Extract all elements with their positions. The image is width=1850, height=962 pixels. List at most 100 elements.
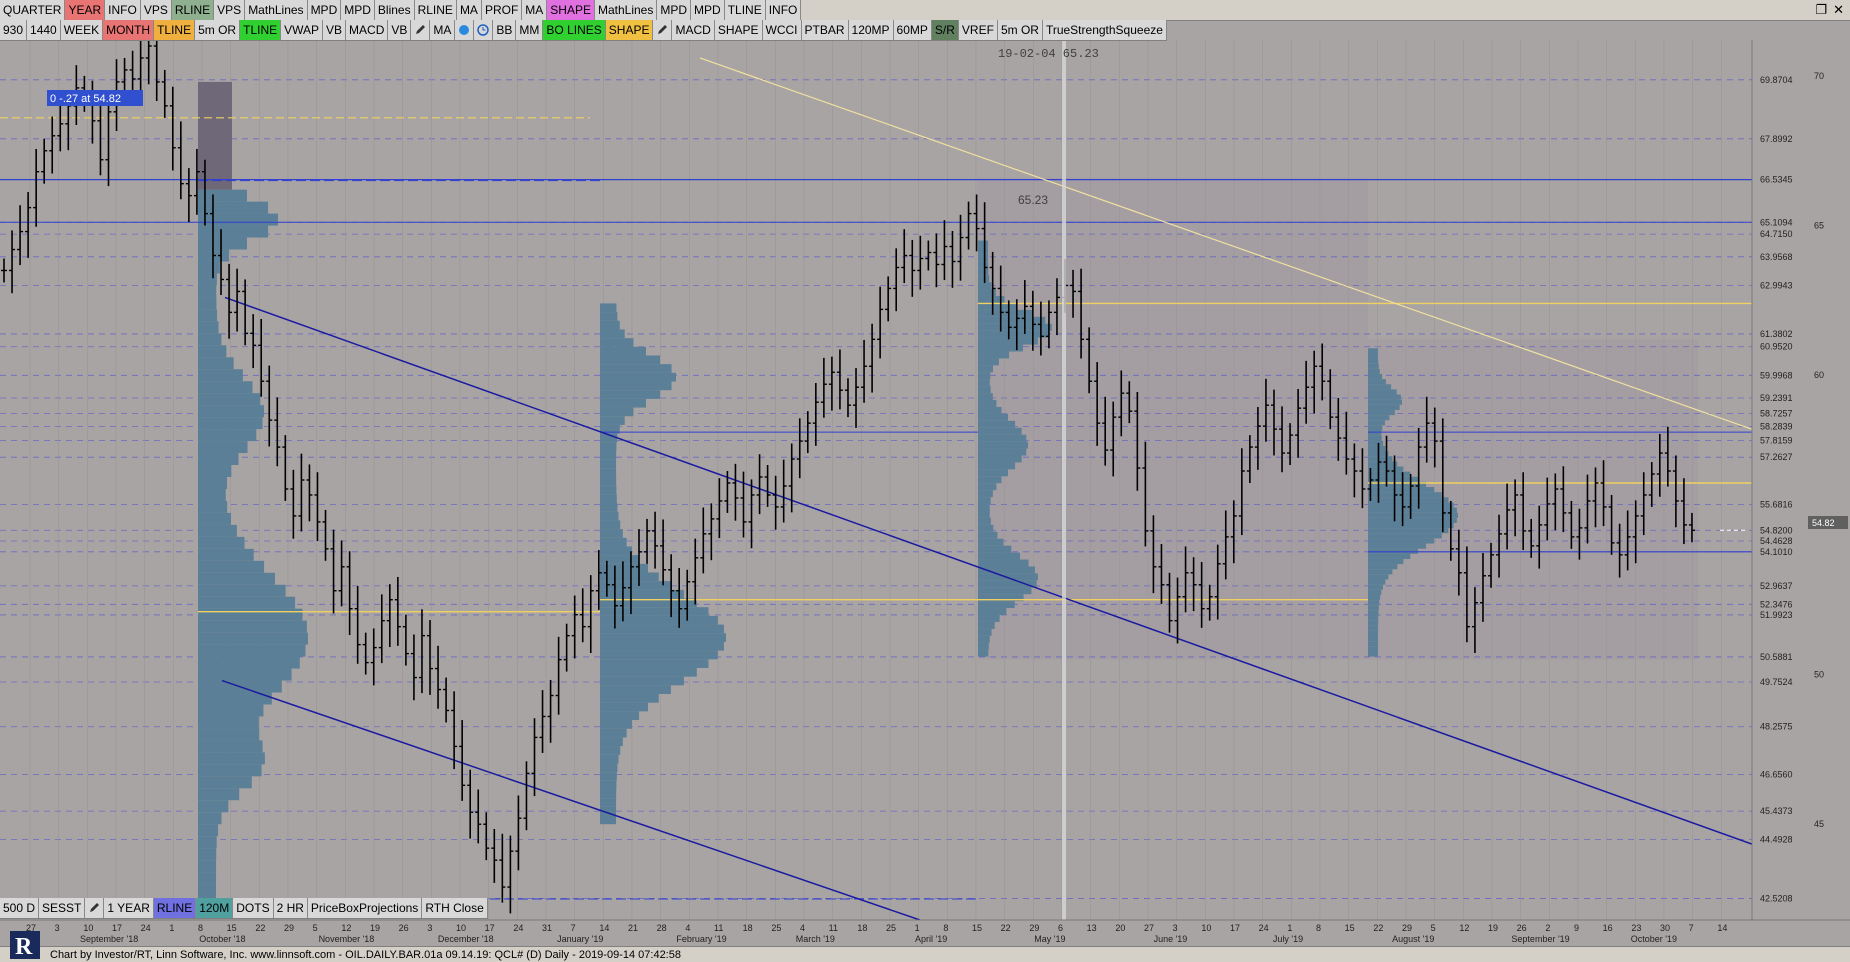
toolbar-button-rline[interactable]: RLINE	[414, 0, 457, 20]
volume-profile-q4-2018	[198, 225, 269, 238]
toolbar-button-vps[interactable]: VPS	[140, 0, 172, 20]
toolbar-button-vb[interactable]: VB	[323, 20, 347, 40]
drop-icon[interactable]	[455, 20, 475, 40]
volume-profile-q1-2019	[600, 364, 672, 373]
pencil-icon[interactable]	[411, 20, 431, 40]
toolbar-button-macd[interactable]: MACD	[672, 20, 715, 40]
month-label: July '19	[1273, 934, 1303, 944]
toolbar-button-dots[interactable]: DOTS	[233, 898, 274, 918]
date-tick-label: 10	[456, 923, 466, 933]
toolbar-button-quarter[interactable]: QUARTER	[0, 0, 66, 20]
toolbar-button-year[interactable]: YEAR	[65, 0, 106, 20]
month-label: March '19	[796, 934, 835, 944]
month-label: January '19	[557, 934, 603, 944]
volume-profile-q4-2018	[198, 381, 253, 394]
toolbar-button-5m-or[interactable]: 5m OR	[997, 20, 1043, 40]
toolbar-button-rth-close[interactable]: RTH Close	[422, 898, 488, 918]
toolbar-button-mathlines[interactable]: MathLines	[594, 0, 658, 20]
toolbar-button-500-d[interactable]: 500 D	[0, 898, 40, 918]
toolbar-button-mpd[interactable]: MPD	[691, 0, 725, 20]
volume-profile-q2-2019	[978, 469, 1008, 477]
volume-profile-q2-2019	[978, 580, 1037, 588]
toolbar-button-ma[interactable]: MA	[430, 20, 456, 40]
toolbar-button-mm[interactable]: MM	[516, 20, 544, 40]
price-chart[interactable]: 19-02-04 65.23 65.23 0 -.27 at 54.82 69.…	[0, 0, 1850, 946]
toolbar-button-wcci[interactable]: WCCI	[762, 20, 802, 40]
status-text: Chart by Investor/RT, Linn Software, Inc…	[50, 949, 681, 961]
toolbar-button-1-year[interactable]: 1 YEAR	[104, 898, 154, 918]
toolbar-button-930[interactable]: 930	[0, 20, 28, 40]
restore-icon[interactable]: ❐	[1815, 2, 1827, 18]
month-label: October '19	[1631, 934, 1677, 944]
toolbar-button-shape[interactable]: SHAPE	[605, 20, 654, 40]
toolbar-button-prof[interactable]: PROF	[481, 0, 523, 20]
toolbar-button-ptbar[interactable]: PTBAR	[801, 20, 849, 40]
toolbar-button-vps[interactable]: VPS	[214, 0, 246, 20]
toolbar-button-rline[interactable]: RLINE	[153, 898, 197, 918]
toolbar-button-priceboxprojections[interactable]: PriceBoxProjections	[307, 898, 423, 918]
volume-profile-q4-2018	[198, 752, 265, 765]
toolbar-button-shape[interactable]: SHAPE	[547, 0, 595, 20]
date-tick-label: 7	[571, 923, 576, 933]
toolbar-button-macd[interactable]: MACD	[346, 20, 389, 40]
volume-profile-q2-2019	[978, 621, 995, 629]
volume-profile-q4-2018	[198, 213, 278, 226]
volume-profile-q1-2019	[600, 450, 617, 460]
toolbar-button-1440[interactable]: 1440	[27, 20, 61, 40]
toolbar-button-mpd[interactable]: MPD	[341, 0, 375, 20]
toolbar-button-shape[interactable]: SHAPE	[714, 20, 763, 40]
toolbar-button-120m[interactable]: 120M	[196, 898, 234, 918]
clock-icon[interactable]	[474, 20, 494, 40]
volume-profile-q4-2018	[198, 800, 229, 813]
toolbar-button-vwap[interactable]: VWAP	[281, 20, 324, 40]
toolbar-button-s-r[interactable]: S/R	[931, 20, 959, 40]
toolbar-button-blines[interactable]: Blines	[374, 0, 415, 20]
volume-profile-q4-2018	[198, 788, 240, 801]
price-level-label: 57.8159	[1760, 436, 1793, 446]
close-icon[interactable]: ✕	[1833, 2, 1844, 18]
toolbar-button-truestrengthsqueeze[interactable]: TrueStrengthSqueeze	[1042, 20, 1167, 40]
date-tick-label: 29	[1029, 923, 1039, 933]
date-tick-label: 3	[1173, 923, 1178, 933]
toolbar-button-rline[interactable]: RLINE	[171, 0, 215, 20]
toolbar-button-60mp[interactable]: 60MP	[893, 20, 932, 40]
volume-profile-q1-2019	[600, 772, 617, 781]
toolbar-button-5m-or[interactable]: 5m OR	[195, 20, 241, 40]
price-level-label: 52.3476	[1760, 599, 1793, 609]
toolbar-button-mpd[interactable]: MPD	[657, 0, 692, 20]
volume-profile-q2-2019	[978, 309, 1033, 317]
toolbar-button-bo-lines[interactable]: BO LINES	[543, 20, 606, 40]
date-tick-label: 8	[943, 923, 948, 933]
toolbar-button-vb[interactable]: VB	[388, 20, 412, 40]
toolbar-button-mathlines[interactable]: MathLines	[245, 0, 308, 20]
toolbar-button-week[interactable]: WEEK	[60, 20, 104, 40]
toolbar-button-info[interactable]: INFO	[765, 0, 802, 20]
price-level-label: 64.7150	[1760, 229, 1793, 239]
toolbar-button-bb[interactable]: BB	[493, 20, 517, 40]
volume-profile-q2-2019	[978, 400, 997, 407]
toolbar-button-ma[interactable]: MA	[456, 0, 482, 20]
toolbar-button-tline[interactable]: TLINE	[154, 20, 196, 40]
volume-profile-q1-2019	[600, 676, 684, 686]
toolbar-button-ma[interactable]: MA	[522, 0, 548, 20]
price-axis[interactable]	[1752, 40, 1850, 920]
price-tick-label: 70	[1814, 71, 1824, 81]
volume-profile-q1-2019	[600, 537, 627, 547]
toolbar-button-vref[interactable]: VREF	[958, 20, 998, 40]
volume-profile-q2-2019	[978, 545, 1012, 553]
volume-profile-q3-2019	[1368, 589, 1382, 595]
volume-profile-q3-2019	[1368, 445, 1386, 452]
toolbar-button-tline[interactable]: TLINE	[724, 0, 766, 20]
toolbar-button-sesst[interactable]: SESST	[39, 898, 86, 918]
toolbar-button-tline[interactable]: TLINE	[240, 20, 282, 40]
pencil-icon[interactable]	[85, 898, 105, 918]
toolbar-button-120mp[interactable]: 120MP	[848, 20, 894, 40]
toolbar-button-info[interactable]: INFO	[105, 0, 141, 20]
volume-profile-q3-2019	[1368, 543, 1427, 549]
pencil-icon[interactable]	[653, 20, 673, 40]
toolbar-button-mpd[interactable]: MPD	[307, 0, 342, 20]
volume-profile-q4-2018	[198, 321, 219, 334]
toolbar-button-2-hr[interactable]: 2 HR	[273, 898, 308, 918]
toolbar-button-month[interactable]: MONTH	[103, 20, 155, 40]
price-level-label: 65.1094	[1760, 217, 1793, 227]
